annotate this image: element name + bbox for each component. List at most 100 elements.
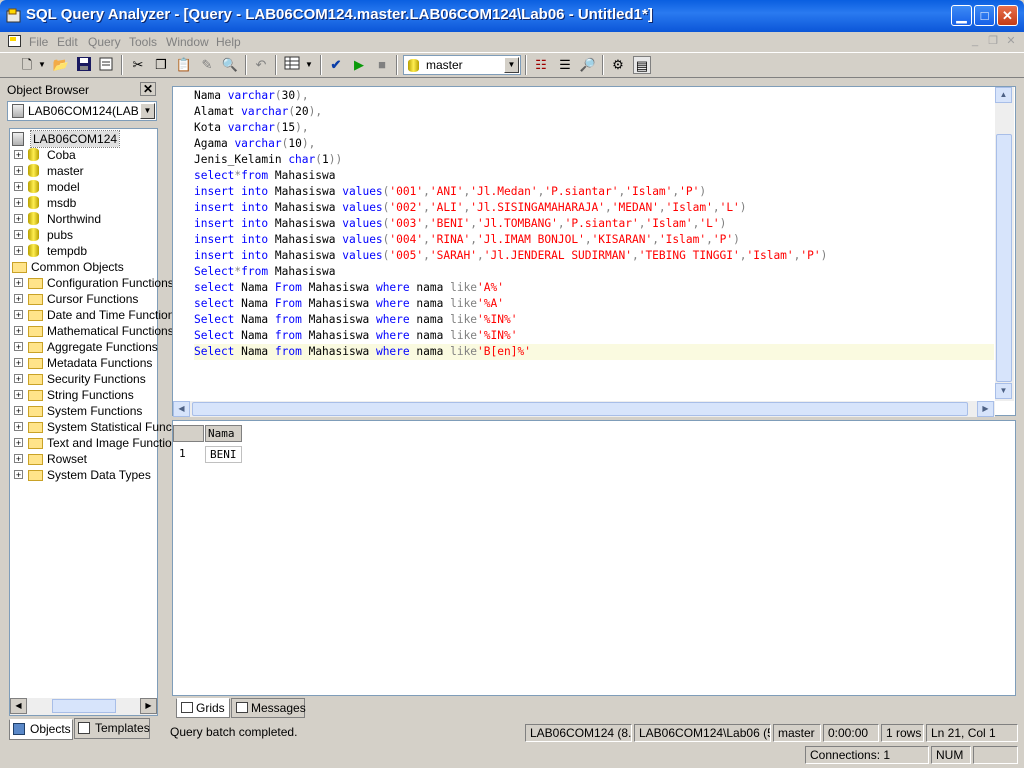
sql-code[interactable]: Nama varchar(30), Alamat varchar(20), Kota…	[194, 88, 994, 360]
menu-window[interactable]: Window	[166, 32, 209, 52]
tab-messages[interactable]: Messages	[231, 698, 306, 718]
expand-icon[interactable]: +	[14, 358, 23, 368]
display-plan-icon[interactable]: ☷	[532, 56, 550, 74]
code-line[interactable]: Jenis_Kelamin char(1))	[194, 152, 994, 168]
tree-database-node[interactable]: + msdb	[10, 195, 157, 211]
results-mode-icon[interactable]	[283, 56, 301, 74]
minimize-button[interactable]: ▁	[951, 5, 972, 26]
expand-icon[interactable]: +	[14, 454, 23, 464]
code-line[interactable]: select Nama From Mahasiswa where nama li…	[194, 296, 994, 312]
tree-database-node[interactable]: + tempdb	[10, 243, 157, 259]
mdi-restore-icon[interactable]: ❐	[986, 35, 1000, 48]
editor-vertical-scrollbar[interactable]: ▲ ▼	[995, 87, 1014, 401]
cancel-query-icon[interactable]: ■	[373, 56, 391, 74]
scroll-thumb[interactable]	[192, 402, 968, 416]
code-line[interactable]: Select Nama from Mahasiswa where nama li…	[194, 328, 994, 344]
tab-grids[interactable]: Grids	[176, 698, 230, 718]
scroll-right-icon[interactable]: ▶	[977, 401, 994, 417]
load-script-icon[interactable]	[97, 56, 115, 74]
database-select[interactable]: master ▼	[403, 55, 521, 75]
maximize-button[interactable]: □	[974, 5, 995, 26]
find-icon[interactable]: 🔍	[221, 56, 239, 74]
tree-function-folder[interactable]: + String Functions	[10, 387, 157, 403]
scroll-left-icon[interactable]: ◀	[10, 698, 27, 714]
code-line[interactable]: insert into Mahasiswa values('003','BENI…	[194, 216, 994, 232]
parse-icon[interactable]: ✔	[327, 56, 345, 74]
scroll-thumb[interactable]	[996, 134, 1012, 382]
scroll-up-icon[interactable]: ▲	[995, 87, 1012, 103]
code-line[interactable]: Select*from Mahasiswa	[194, 264, 994, 280]
expand-icon[interactable]: +	[14, 278, 23, 288]
menu-tools[interactable]: Tools	[129, 32, 157, 52]
expand-icon[interactable]: +	[14, 246, 23, 256]
code-line[interactable]: insert into Mahasiswa values('002','ALI'…	[194, 200, 994, 216]
execute-icon[interactable]: ▶	[350, 56, 368, 74]
menu-query[interactable]: Query	[88, 32, 121, 52]
undo-icon[interactable]: ↶	[252, 56, 270, 74]
tree-function-folder[interactable]: + Aggregate Functions	[10, 339, 158, 355]
tree-function-folder[interactable]: + Date and Time Functions	[10, 307, 180, 323]
tree-function-folder[interactable]: + System Data Types	[10, 467, 157, 483]
code-line[interactable]: Select Nama from Mahasiswa where nama li…	[194, 312, 994, 328]
expand-icon[interactable]: +	[14, 230, 23, 240]
tree-database-node[interactable]: + Northwind	[10, 211, 157, 227]
show-results-pane-icon[interactable]: ▤	[633, 56, 651, 74]
tree-database-node[interactable]: + pubs	[10, 227, 157, 243]
chevron-down-icon[interactable]: ▼	[504, 57, 519, 73]
copy-icon[interactable]: ❐	[152, 56, 170, 74]
scroll-down-icon[interactable]: ▼	[995, 383, 1012, 399]
doc-menu-icon[interactable]	[8, 35, 22, 48]
menu-edit[interactable]: Edit	[57, 32, 78, 52]
scroll-right-icon[interactable]: ▶	[140, 698, 157, 714]
expand-icon[interactable]: +	[14, 294, 23, 304]
tree-function-folder[interactable]: + Security Functions	[10, 371, 157, 387]
code-line[interactable]: select*from Mahasiswa	[194, 168, 994, 184]
mdi-close-icon[interactable]: ✕	[1004, 35, 1018, 48]
code-line[interactable]: insert into Mahasiswa values('001','ANI'…	[194, 184, 994, 200]
tab-templates[interactable]: Templates	[74, 718, 150, 739]
paste-icon[interactable]: 📋	[175, 56, 193, 74]
new-query-icon[interactable]: 🗋	[18, 56, 36, 74]
scroll-left-icon[interactable]: ◀	[173, 401, 190, 417]
tree-database-node[interactable]: + Coba	[10, 147, 157, 163]
expand-icon[interactable]: +	[14, 422, 23, 432]
properties-icon[interactable]: ⚙	[609, 56, 627, 74]
server-select[interactable]: LAB06COM124(LAB06COM124\Lab06) ▼	[7, 101, 157, 121]
expand-icon[interactable]: +	[14, 438, 23, 448]
expand-icon[interactable]: +	[14, 406, 23, 416]
expand-icon[interactable]: +	[14, 374, 23, 384]
results-mode-dropdown-icon[interactable]: ▼	[304, 56, 314, 74]
tree-function-folder[interactable]: + System Functions	[10, 403, 157, 419]
tree-function-folder[interactable]: + Metadata Functions	[10, 355, 157, 371]
title-bar[interactable]: SQL Query Analyzer - [Query - LAB06COM12…	[0, 0, 1024, 32]
code-line[interactable]: insert into Mahasiswa values('005','SARA…	[194, 248, 994, 264]
expand-icon[interactable]: +	[14, 166, 23, 176]
chevron-down-icon[interactable]: ▼	[140, 103, 155, 119]
expand-icon[interactable]: +	[14, 150, 23, 160]
code-line[interactable]: Agama varchar(10),	[194, 136, 994, 152]
object-search-icon[interactable]: 🔎	[579, 56, 597, 74]
expand-icon[interactable]: +	[14, 326, 23, 336]
new-dropdown-icon[interactable]: ▼	[37, 56, 47, 74]
tree-database-node[interactable]: + master	[10, 163, 157, 179]
object-browser-icon[interactable]: ☰	[556, 56, 574, 74]
tree-function-folder[interactable]: + Text and Image Functions	[10, 435, 184, 451]
tab-objects[interactable]: Objects	[9, 719, 73, 740]
code-line[interactable]: select Nama From Mahasiswa where nama li…	[194, 280, 994, 296]
editor-horizontal-scrollbar[interactable]: ◀ ▶	[173, 401, 995, 417]
tree-horizontal-scrollbar[interactable]: ◀ ▶	[10, 698, 157, 715]
code-line[interactable]: Kota varchar(15),	[194, 120, 994, 136]
save-icon[interactable]	[75, 56, 93, 74]
code-line[interactable]: Alamat varchar(20),	[194, 104, 994, 120]
close-button[interactable]: ✕	[997, 5, 1018, 26]
tree-function-folder[interactable]: + Mathematical Functions	[10, 323, 174, 339]
menu-help[interactable]: Help	[216, 32, 241, 52]
menu-file[interactable]: File	[29, 32, 48, 52]
tree-function-folder[interactable]: + Cursor Functions	[10, 291, 157, 307]
expand-icon[interactable]: +	[14, 470, 23, 480]
code-line[interactable]: Select Nama from Mahasiswa where nama li…	[194, 344, 994, 360]
clear-icon[interactable]: ✎	[198, 56, 216, 74]
tree-common-objects[interactable]: Common Objects	[10, 259, 157, 275]
expand-icon[interactable]: +	[14, 182, 23, 192]
tree-database-node[interactable]: + model	[10, 179, 157, 195]
